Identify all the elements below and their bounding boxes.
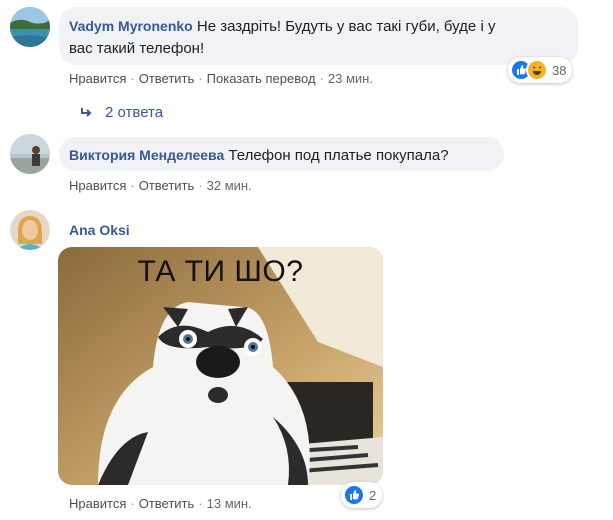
timestamp[interactable]: 23 мин. — [328, 71, 373, 86]
reaction-count: 2 — [369, 487, 377, 503]
reaction-count: 38 — [552, 62, 567, 78]
avatar-viktoria[interactable] — [10, 134, 50, 174]
replies-count: 2 ответа — [105, 104, 164, 121]
like-reaction-icon — [343, 484, 365, 506]
timestamp[interactable]: 13 мин. — [207, 496, 252, 511]
timestamp[interactable]: 32 мин. — [207, 178, 252, 193]
author-name[interactable]: Ana Oksi — [69, 222, 130, 238]
reply-link[interactable]: Ответить — [139, 71, 195, 86]
comment-actions: Нравится · Ответить · Показать перевод · 23 ми… — [69, 71, 373, 86]
like-link[interactable]: Нравится — [69, 178, 126, 193]
haha-reaction-icon — [526, 59, 548, 81]
avatar-vadym[interactable] — [10, 7, 50, 47]
reactions-summary[interactable]: 2 — [341, 482, 383, 508]
author-name[interactable]: Vadym Myronenko — [69, 18, 193, 34]
view-replies-link[interactable]: 2 ответа — [79, 104, 163, 121]
comment-bubble-viktoria: Виктория Менделеева Телефон под платье п… — [59, 137, 504, 171]
reply-arrow-icon — [79, 106, 93, 120]
like-link[interactable]: Нравится — [69, 71, 126, 86]
comment-actions: Нравится · Ответить · 32 мин. — [69, 178, 252, 193]
reply-link[interactable]: Ответить — [139, 496, 195, 511]
meme-image[interactable]: ТА ТИ ШО? — [58, 247, 383, 485]
reactions-summary[interactable]: 38 — [508, 57, 573, 83]
like-link[interactable]: Нравится — [69, 496, 126, 511]
comment-actions: Нравится · Ответить · 13 мин. — [69, 496, 252, 511]
meme-caption: ТА ТИ ШО? — [137, 255, 304, 288]
comment-text-line2: вас такий телефон! — [69, 40, 205, 57]
comment-text: Не заздріть! Будуть у вас такі губи, буд… — [196, 18, 496, 35]
avatar-ana[interactable] — [10, 210, 50, 250]
translate-link[interactable]: Показать перевод — [207, 71, 316, 86]
comment-bubble-vadym: Vadym Myronenko Не заздріть! Будуть у ва… — [59, 7, 578, 65]
comment-text: Телефон под платье покупала? — [228, 147, 449, 164]
author-name[interactable]: Виктория Менделеева — [69, 147, 224, 163]
reply-link[interactable]: Ответить — [139, 178, 195, 193]
